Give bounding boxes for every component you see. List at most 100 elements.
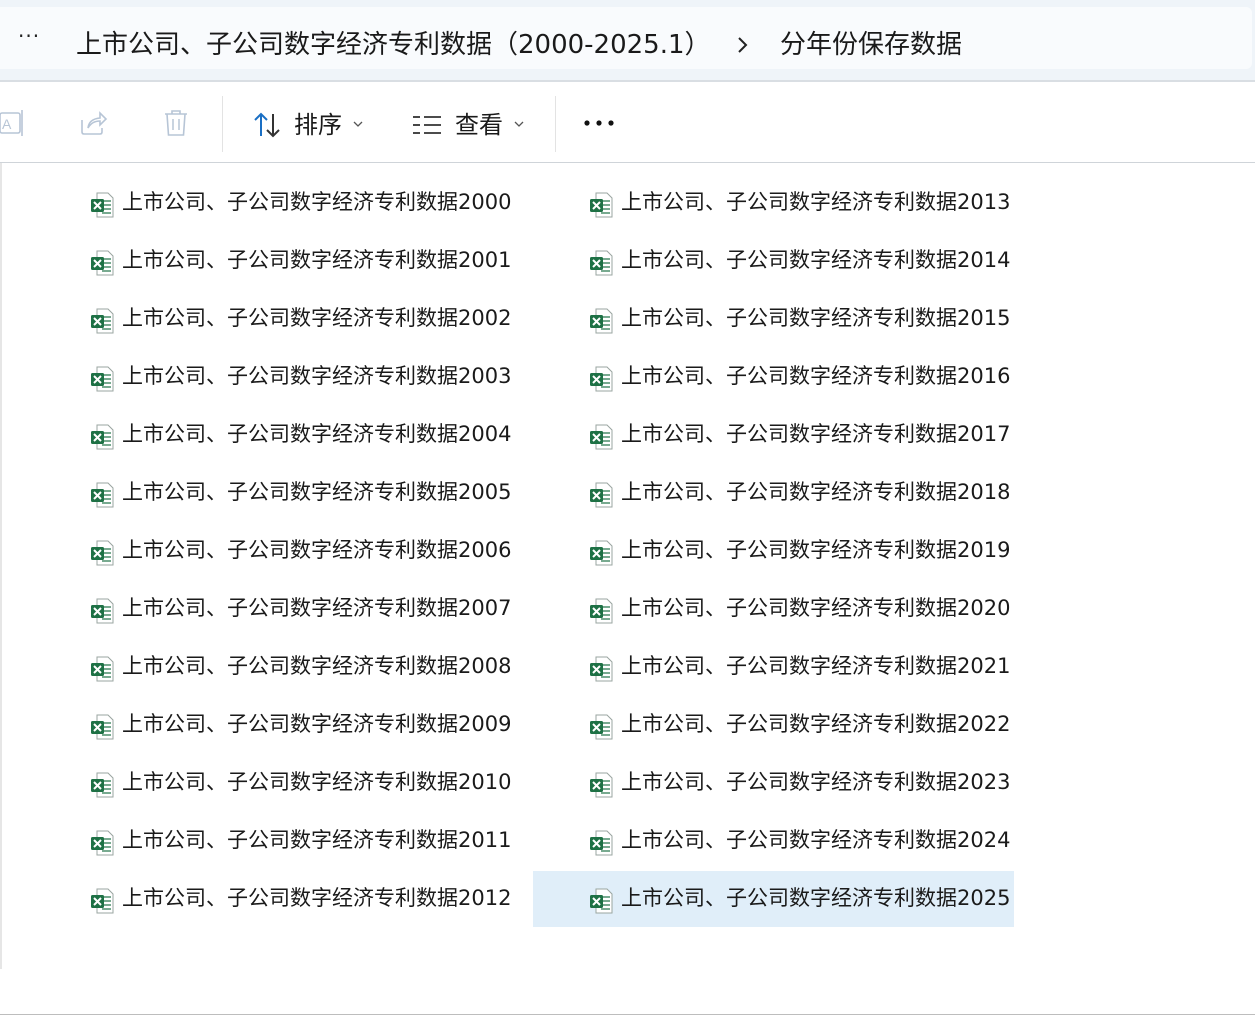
excel-file-icon [90, 250, 114, 276]
file-item[interactable]: 上市公司、子公司数字经济专利数据2000 [90, 175, 570, 231]
chevron-down-icon [353, 121, 363, 127]
excel-file-icon [90, 772, 114, 798]
excel-file-icon [90, 888, 114, 914]
file-name: 上市公司、子公司数字经济专利数据2009 [122, 712, 512, 736]
excel-file-icon [90, 424, 114, 450]
more-horizontal-icon[interactable] [582, 118, 618, 128]
file-name: 上市公司、子公司数字经济专利数据2019 [621, 538, 1011, 562]
file-name: 上市公司、子公司数字经济专利数据2010 [122, 770, 512, 794]
breadcrumb-current-folder[interactable]: 分年份保存数据 [780, 27, 962, 63]
file-name: 上市公司、子公司数字经济专利数据2004 [122, 422, 512, 446]
excel-file-icon [90, 540, 114, 566]
file-item[interactable]: 上市公司、子公司数字经济专利数据2014 [533, 233, 1013, 289]
file-item[interactable]: 上市公司、子公司数字经济专利数据2012 [90, 871, 570, 927]
excel-file-icon [589, 366, 613, 392]
file-name: 上市公司、子公司数字经济专利数据2020 [621, 596, 1011, 620]
excel-file-icon [589, 656, 613, 682]
view-list-icon [413, 116, 441, 134]
file-name: 上市公司、子公司数字经济专利数据2018 [621, 480, 1011, 504]
breadcrumb-parent-folder[interactable]: 上市公司、子公司数字经济专利数据（2000-2025.1） [76, 27, 711, 63]
excel-file-icon [589, 250, 613, 276]
file-name: 上市公司、子公司数字经济专利数据2002 [122, 306, 512, 330]
address-bar[interactable]: ··· 上市公司、子公司数字经济专利数据（2000-2025.1） 分年份保存数… [0, 7, 1252, 69]
file-item[interactable]: 上市公司、子公司数字经济专利数据2008 [90, 639, 570, 695]
file-item[interactable]: 上市公司、子公司数字经济专利数据2003 [90, 349, 570, 405]
file-name: 上市公司、子公司数字经济专利数据2014 [621, 248, 1011, 272]
file-item[interactable]: 上市公司、子公司数字经济专利数据2018 [533, 465, 1013, 521]
excel-file-icon [589, 830, 613, 856]
file-item[interactable]: 上市公司、子公司数字经济专利数据2015 [533, 291, 1013, 347]
file-item[interactable]: 上市公司、子公司数字经济专利数据2001 [90, 233, 570, 289]
excel-file-icon [589, 714, 613, 740]
file-item[interactable]: 上市公司、子公司数字经济专利数据2023 [533, 755, 1013, 811]
file-item[interactable]: 上市公司、子公司数字经济专利数据2005 [90, 465, 570, 521]
file-name: 上市公司、子公司数字经济专利数据2008 [122, 654, 512, 678]
breadcrumb-more-button[interactable]: ··· [18, 26, 46, 47]
file-item[interactable]: 上市公司、子公司数字经济专利数据2022 [533, 697, 1013, 753]
file-name: 上市公司、子公司数字经济专利数据2017 [621, 422, 1011, 446]
file-item[interactable]: 上市公司、子公司数字经济专利数据2024 [533, 813, 1013, 869]
file-item[interactable]: 上市公司、子公司数字经济专利数据2010 [90, 755, 570, 811]
sort-arrows-icon [254, 112, 280, 138]
excel-file-icon [90, 714, 114, 740]
file-item[interactable]: 上市公司、子公司数字经济专利数据2009 [90, 697, 570, 753]
excel-file-icon [589, 424, 613, 450]
address-bar-area: ··· 上市公司、子公司数字经济专利数据（2000-2025.1） 分年份保存数… [0, 0, 1255, 80]
chevron-right-icon [738, 37, 748, 53]
file-name: 上市公司、子公司数字经济专利数据2022 [621, 712, 1011, 736]
file-item[interactable]: 上市公司、子公司数字经济专利数据2017 [533, 407, 1013, 463]
view-button[interactable]: 查看 [410, 104, 530, 144]
file-item[interactable]: 上市公司、子公司数字经济专利数据2019 [533, 523, 1013, 579]
excel-file-icon [90, 656, 114, 682]
excel-file-icon [589, 772, 613, 798]
excel-file-icon [589, 888, 613, 914]
file-item[interactable]: 上市公司、子公司数字经济专利数据2011 [90, 813, 570, 869]
divider [0, 1014, 1255, 1015]
excel-file-icon [90, 192, 114, 218]
excel-file-icon [589, 192, 613, 218]
rename-icon[interactable]: A [0, 108, 26, 138]
excel-file-icon [589, 598, 613, 624]
divider [0, 162, 1255, 163]
file-name: 上市公司、子公司数字经济专利数据2015 [621, 306, 1011, 330]
file-name: 上市公司、子公司数字经济专利数据2003 [122, 364, 512, 388]
file-name: 上市公司、子公司数字经济专利数据2001 [122, 248, 512, 272]
file-item[interactable]: 上市公司、子公司数字经济专利数据2002 [90, 291, 570, 347]
file-item[interactable]: 上市公司、子公司数字经济专利数据2020 [533, 581, 1013, 637]
excel-file-icon [90, 308, 114, 334]
file-item-selected[interactable]: 上市公司、子公司数字经济专利数据2025 [533, 871, 1014, 927]
excel-file-icon [589, 482, 613, 508]
file-name: 上市公司、子公司数字经济专利数据2013 [621, 190, 1011, 214]
navigation-pane-edge [0, 163, 2, 969]
excel-file-icon [90, 366, 114, 392]
file-name: 上市公司、子公司数字经济专利数据2025 [621, 886, 1011, 910]
file-name: 上市公司、子公司数字经济专利数据2000 [122, 190, 512, 214]
excel-file-icon [589, 540, 613, 566]
file-item[interactable]: 上市公司、子公司数字经济专利数据2013 [533, 175, 1013, 231]
file-name: 上市公司、子公司数字经济专利数据2007 [122, 596, 512, 620]
share-icon[interactable] [78, 108, 108, 138]
file-item[interactable]: 上市公司、子公司数字经济专利数据2021 [533, 639, 1013, 695]
file-name: 上市公司、子公司数字经济专利数据2005 [122, 480, 512, 504]
file-item[interactable]: 上市公司、子公司数字经济专利数据2006 [90, 523, 570, 579]
file-name: 上市公司、子公司数字经济专利数据2006 [122, 538, 512, 562]
toolbar-divider [555, 96, 556, 152]
excel-file-icon [589, 308, 613, 334]
sort-label: 排序 [294, 111, 342, 139]
file-name: 上市公司、子公司数字经济专利数据2024 [621, 828, 1011, 852]
file-name: 上市公司、子公司数字经济专利数据2021 [621, 654, 1011, 678]
file-name: 上市公司、子公司数字经济专利数据2023 [621, 770, 1011, 794]
chevron-down-icon [514, 121, 524, 127]
excel-file-icon [90, 830, 114, 856]
file-item[interactable]: 上市公司、子公司数字经济专利数据2007 [90, 581, 570, 637]
excel-file-icon [90, 482, 114, 508]
excel-file-icon [90, 598, 114, 624]
file-item[interactable]: 上市公司、子公司数字经济专利数据2004 [90, 407, 570, 463]
file-name: 上市公司、子公司数字经济专利数据2012 [122, 886, 512, 910]
sort-button[interactable]: 排序 [250, 104, 370, 144]
file-name: 上市公司、子公司数字经济专利数据2011 [122, 828, 512, 852]
file-name: 上市公司、子公司数字经济专利数据2016 [621, 364, 1011, 388]
view-label: 查看 [455, 111, 503, 139]
delete-icon[interactable] [162, 108, 190, 138]
file-item[interactable]: 上市公司、子公司数字经济专利数据2016 [533, 349, 1013, 405]
